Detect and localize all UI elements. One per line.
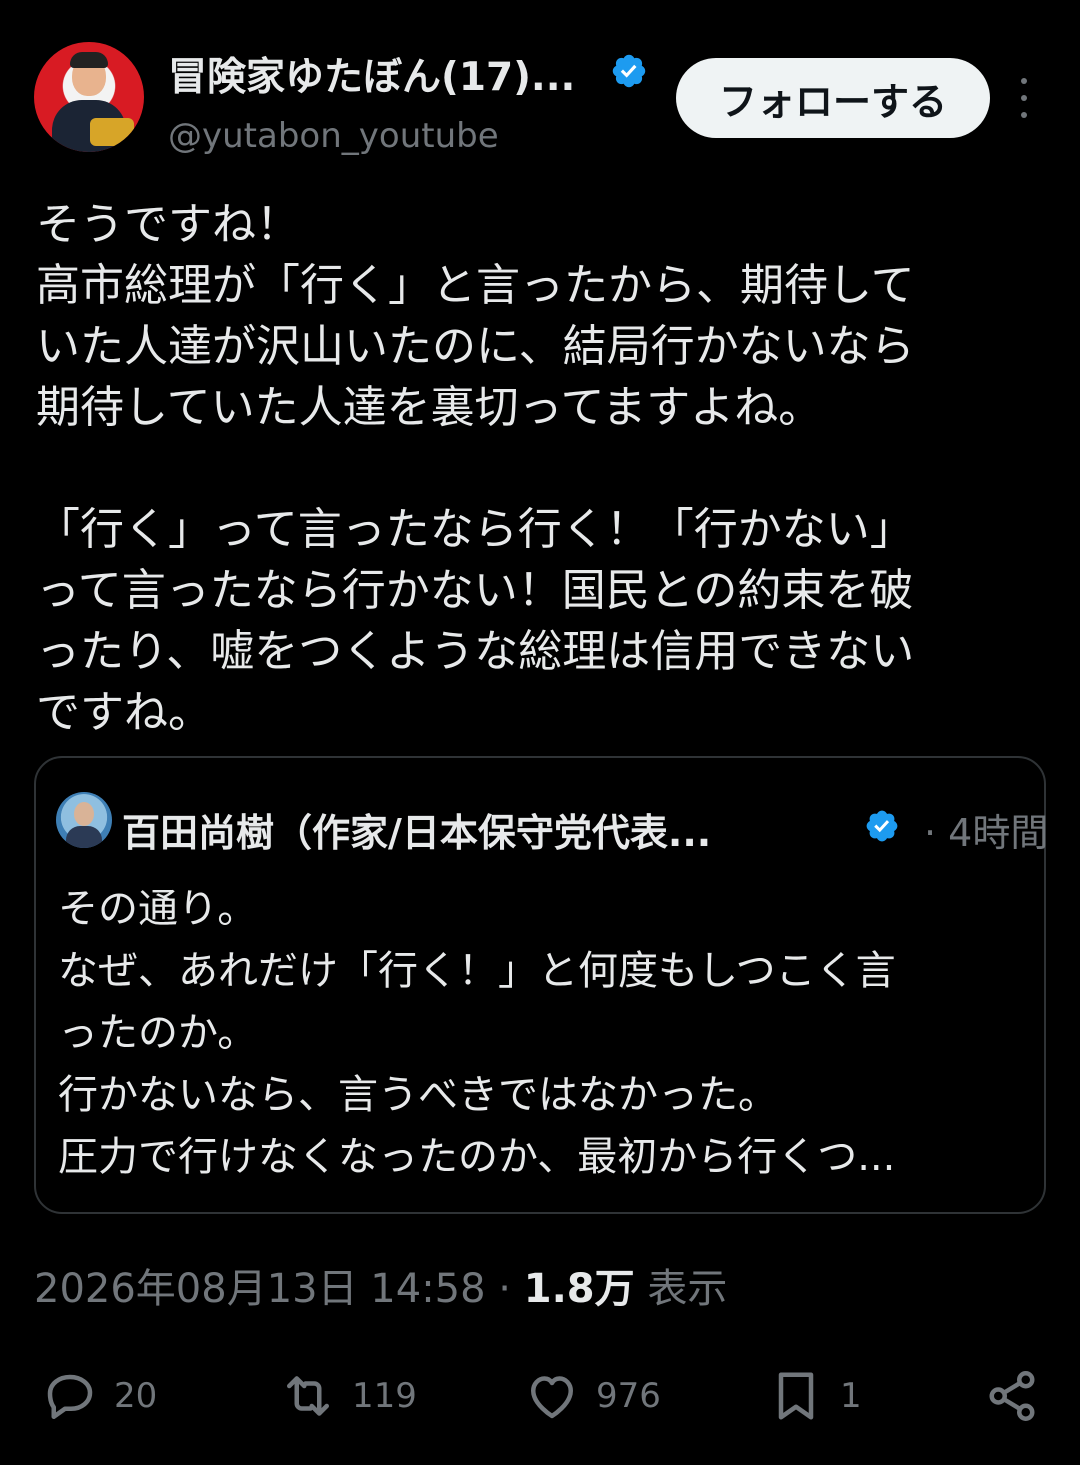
author-handle[interactable]: @yutabon_youtube xyxy=(168,116,499,156)
tweet-timestamp[interactable]: 2026年08月13日 14:58 xyxy=(34,1266,486,1312)
retweet-count: 119 xyxy=(352,1376,417,1416)
bookmark-button[interactable]: 1 xyxy=(766,1364,862,1428)
verified-badge-icon xyxy=(612,54,646,88)
views-count: 1.8万 xyxy=(523,1266,635,1312)
tweet-meta: 2026年08月13日 14:58 · 1.8万 表示 xyxy=(34,1256,727,1314)
quoted-tweet-text: その通り。 なぜ、あれだけ「行く！」と何度もしつこく言 ったのか。 行かないなら… xyxy=(58,886,896,1180)
bookmark-count: 1 xyxy=(840,1376,862,1416)
reply-count: 20 xyxy=(114,1376,158,1416)
share-button[interactable] xyxy=(982,1364,1042,1428)
tweet-body-text: そうですね！ 高市総理が「行く」と言ったから、期待して いた人達が沢山いたのに、… xyxy=(36,199,915,738)
author-display-name[interactable]: 冒険家ゆたぼん(17)... xyxy=(168,46,575,102)
quoted-tweet-time: · 4時間 xyxy=(924,811,1049,855)
tweet-detail: 冒険家ゆたぼん(17)... @yutabon_youtube フォローする そ… xyxy=(0,0,1080,1465)
retweet-button[interactable]: 119 xyxy=(278,1364,417,1428)
bookmark-icon xyxy=(778,1372,814,1420)
reply-button[interactable]: 20 xyxy=(40,1364,157,1428)
more-vertical-icon[interactable] xyxy=(1014,78,1034,118)
author-avatar[interactable] xyxy=(34,42,144,152)
verified-badge-icon xyxy=(866,810,898,842)
like-icon xyxy=(531,1376,573,1419)
share-icon xyxy=(989,1371,1035,1421)
like-count: 976 xyxy=(596,1376,661,1416)
retweet-icon xyxy=(287,1376,329,1416)
views-label: 表示 xyxy=(634,1266,728,1312)
quoted-author-avatar xyxy=(56,792,112,848)
quoted-tweet-card[interactable]: 百田尚樹（作家/日本保守党代表... · 4時間 その通り。 なぜ、あれだけ「行… xyxy=(34,756,1049,1214)
reply-icon xyxy=(47,1374,93,1419)
meta-separator: · xyxy=(485,1266,524,1312)
follow-button[interactable]: フォローする xyxy=(676,58,990,138)
like-button[interactable]: 976 xyxy=(522,1364,661,1428)
quoted-author-display-name: 百田尚樹（作家/日本保守党代表... xyxy=(122,811,712,855)
